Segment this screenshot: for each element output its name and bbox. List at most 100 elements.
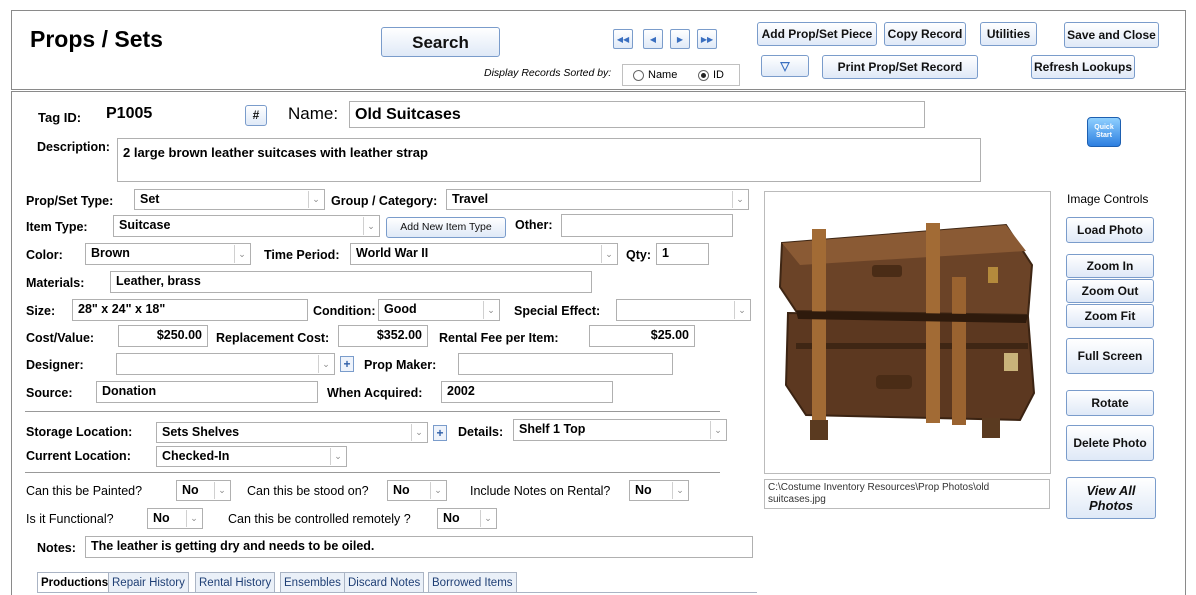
rental-fee-field[interactable]: $25.00 xyxy=(589,325,695,347)
replacement-field[interactable]: $352.00 xyxy=(338,325,428,347)
condition-value: Good xyxy=(384,302,417,316)
chevron-down-icon: ⌄ xyxy=(186,510,201,527)
color-label: Color: xyxy=(26,248,63,262)
last-record-button[interactable]: ▶▶ xyxy=(697,29,717,49)
qty-field[interactable]: 1 xyxy=(656,243,709,265)
save-close-button[interactable]: Save and Close xyxy=(1064,22,1159,48)
full-screen-button[interactable]: Full Screen xyxy=(1066,338,1154,374)
cost-field[interactable]: $250.00 xyxy=(118,325,208,347)
painted-combo[interactable]: No ⌄ xyxy=(176,480,231,501)
next-record-button[interactable]: ▶ xyxy=(670,29,690,49)
chevron-down-icon: ⌄ xyxy=(318,355,333,373)
tag-id-field[interactable]: P1005 xyxy=(101,101,240,128)
rotate-button[interactable]: Rotate xyxy=(1066,390,1154,416)
group-combo[interactable]: Travel ⌄ xyxy=(446,189,749,210)
page-title: Props / Sets xyxy=(30,26,163,52)
prop-maker-label: Prop Maker: xyxy=(364,358,437,372)
details-value: Shelf 1 Top xyxy=(519,422,586,436)
add-storage-button[interactable]: + xyxy=(433,425,447,441)
storage-combo[interactable]: Sets Shelves ⌄ xyxy=(156,422,428,443)
quick-start-label: Quick Start xyxy=(1094,124,1114,139)
copy-record-button[interactable]: Copy Record xyxy=(884,22,966,46)
chevron-down-icon: ⌄ xyxy=(710,421,725,439)
time-period-value: World War II xyxy=(356,246,429,260)
zoom-out-button[interactable]: Zoom Out xyxy=(1066,279,1154,303)
special-effect-label: Special Effect: xyxy=(514,304,601,318)
plus-icon: + xyxy=(436,426,444,440)
quick-start-button[interactable]: Quick Start xyxy=(1087,117,1121,147)
tab-borrowed-items[interactable]: Borrowed Items xyxy=(428,572,517,593)
previous-record-icon: ◀ xyxy=(649,34,657,44)
tab-ensembles[interactable]: Ensembles xyxy=(280,572,345,593)
zoom-in-button[interactable]: Zoom In xyxy=(1066,254,1154,278)
chevron-down-icon: ⌄ xyxy=(430,482,445,499)
functional-combo[interactable]: No ⌄ xyxy=(147,508,203,529)
name-field[interactable]: Old Suitcases xyxy=(349,101,925,128)
current-location-value: Checked-In xyxy=(162,449,230,463)
view-all-photos-button[interactable]: View All Photos xyxy=(1066,477,1156,519)
chevron-down-icon: ⌄ xyxy=(601,245,616,263)
qty-label: Qty: xyxy=(626,248,651,262)
stood-combo[interactable]: No ⌄ xyxy=(387,480,447,501)
description-field[interactable]: 2 large brown leather suitcases with lea… xyxy=(117,138,981,182)
type-combo[interactable]: Set ⌄ xyxy=(134,189,325,210)
item-type-combo[interactable]: Suitcase ⌄ xyxy=(113,215,380,237)
image-controls-title: Image Controls xyxy=(1067,192,1149,206)
previous-record-button[interactable]: ◀ xyxy=(643,29,663,49)
utilities-button[interactable]: Utilities xyxy=(980,22,1037,46)
color-value: Brown xyxy=(91,246,130,260)
condition-combo[interactable]: Good ⌄ xyxy=(378,299,500,321)
tab-repair-history[interactable]: Repair History xyxy=(108,572,189,593)
designer-combo[interactable]: ⌄ xyxy=(116,353,335,375)
notes-field[interactable]: The leather is getting dry and needs to … xyxy=(85,536,753,558)
other-field[interactable] xyxy=(561,214,733,237)
add-piece-button[interactable]: Add Prop/Set Piece xyxy=(757,22,877,46)
size-field[interactable]: 28" x 24" x 18" xyxy=(72,299,308,321)
chevron-down-icon: ⌄ xyxy=(330,448,345,465)
add-item-type-button[interactable]: Add New Item Type xyxy=(386,217,506,238)
remote-value: No xyxy=(443,511,460,525)
special-effect-combo[interactable]: ⌄ xyxy=(616,299,751,321)
other-label: Other: xyxy=(515,218,553,232)
delete-photo-button[interactable]: Delete Photo xyxy=(1066,425,1154,461)
description-label: Description: xyxy=(37,140,110,154)
remote-combo[interactable]: No ⌄ xyxy=(437,508,497,529)
search-button[interactable]: Search xyxy=(381,27,500,57)
rental-fee-label: Rental Fee per Item: xyxy=(439,331,559,345)
suitcases-image xyxy=(778,223,1036,440)
add-designer-button[interactable]: + xyxy=(340,356,354,372)
tab-rental-history[interactable]: Rental History xyxy=(195,572,276,593)
tab-discard-notes[interactable]: Discard Notes xyxy=(344,572,425,593)
materials-field[interactable]: Leather, brass xyxy=(110,271,592,293)
refresh-lookups-button[interactable]: Refresh Lookups xyxy=(1031,55,1135,79)
time-period-combo[interactable]: World War II ⌄ xyxy=(350,243,618,265)
prop-maker-field[interactable] xyxy=(458,353,673,375)
hash-button[interactable]: # xyxy=(245,105,267,126)
notes-rental-value: No xyxy=(635,483,652,497)
photo-path-field: C:\Costume Inventory Resources\Prop Phot… xyxy=(764,479,1050,509)
zoom-fit-button[interactable]: Zoom Fit xyxy=(1066,304,1154,328)
chevron-down-icon: ⌄ xyxy=(483,301,498,319)
item-type-value: Suitcase xyxy=(119,218,171,232)
filter-button[interactable]: ▽ xyxy=(761,55,809,77)
sort-by-name-radio[interactable] xyxy=(633,70,644,81)
condition-label: Condition: xyxy=(313,304,376,318)
color-combo[interactable]: Brown ⌄ xyxy=(85,243,251,265)
section-divider xyxy=(25,472,720,473)
notes-rental-combo[interactable]: No ⌄ xyxy=(629,480,689,501)
acquired-field[interactable]: 2002 xyxy=(441,381,613,403)
chevron-down-icon: ⌄ xyxy=(480,510,495,527)
stood-label: Can this be stood on? xyxy=(247,484,369,498)
first-record-button[interactable]: ◀◀ xyxy=(613,29,633,49)
last-record-icon: ▶▶ xyxy=(700,34,714,44)
sort-by-id-radio[interactable] xyxy=(698,70,709,81)
tab-productions[interactable]: Productions xyxy=(37,572,113,593)
load-photo-button[interactable]: Load Photo xyxy=(1066,217,1154,243)
group-label: Group / Category: xyxy=(331,194,438,208)
name-label: Name: xyxy=(288,104,339,123)
source-field[interactable]: Donation xyxy=(96,381,318,403)
details-combo[interactable]: Shelf 1 Top ⌄ xyxy=(513,419,727,441)
print-record-button[interactable]: Print Prop/Set Record xyxy=(822,55,978,79)
current-location-combo[interactable]: Checked-In ⌄ xyxy=(156,446,347,467)
size-label: Size: xyxy=(26,304,56,318)
